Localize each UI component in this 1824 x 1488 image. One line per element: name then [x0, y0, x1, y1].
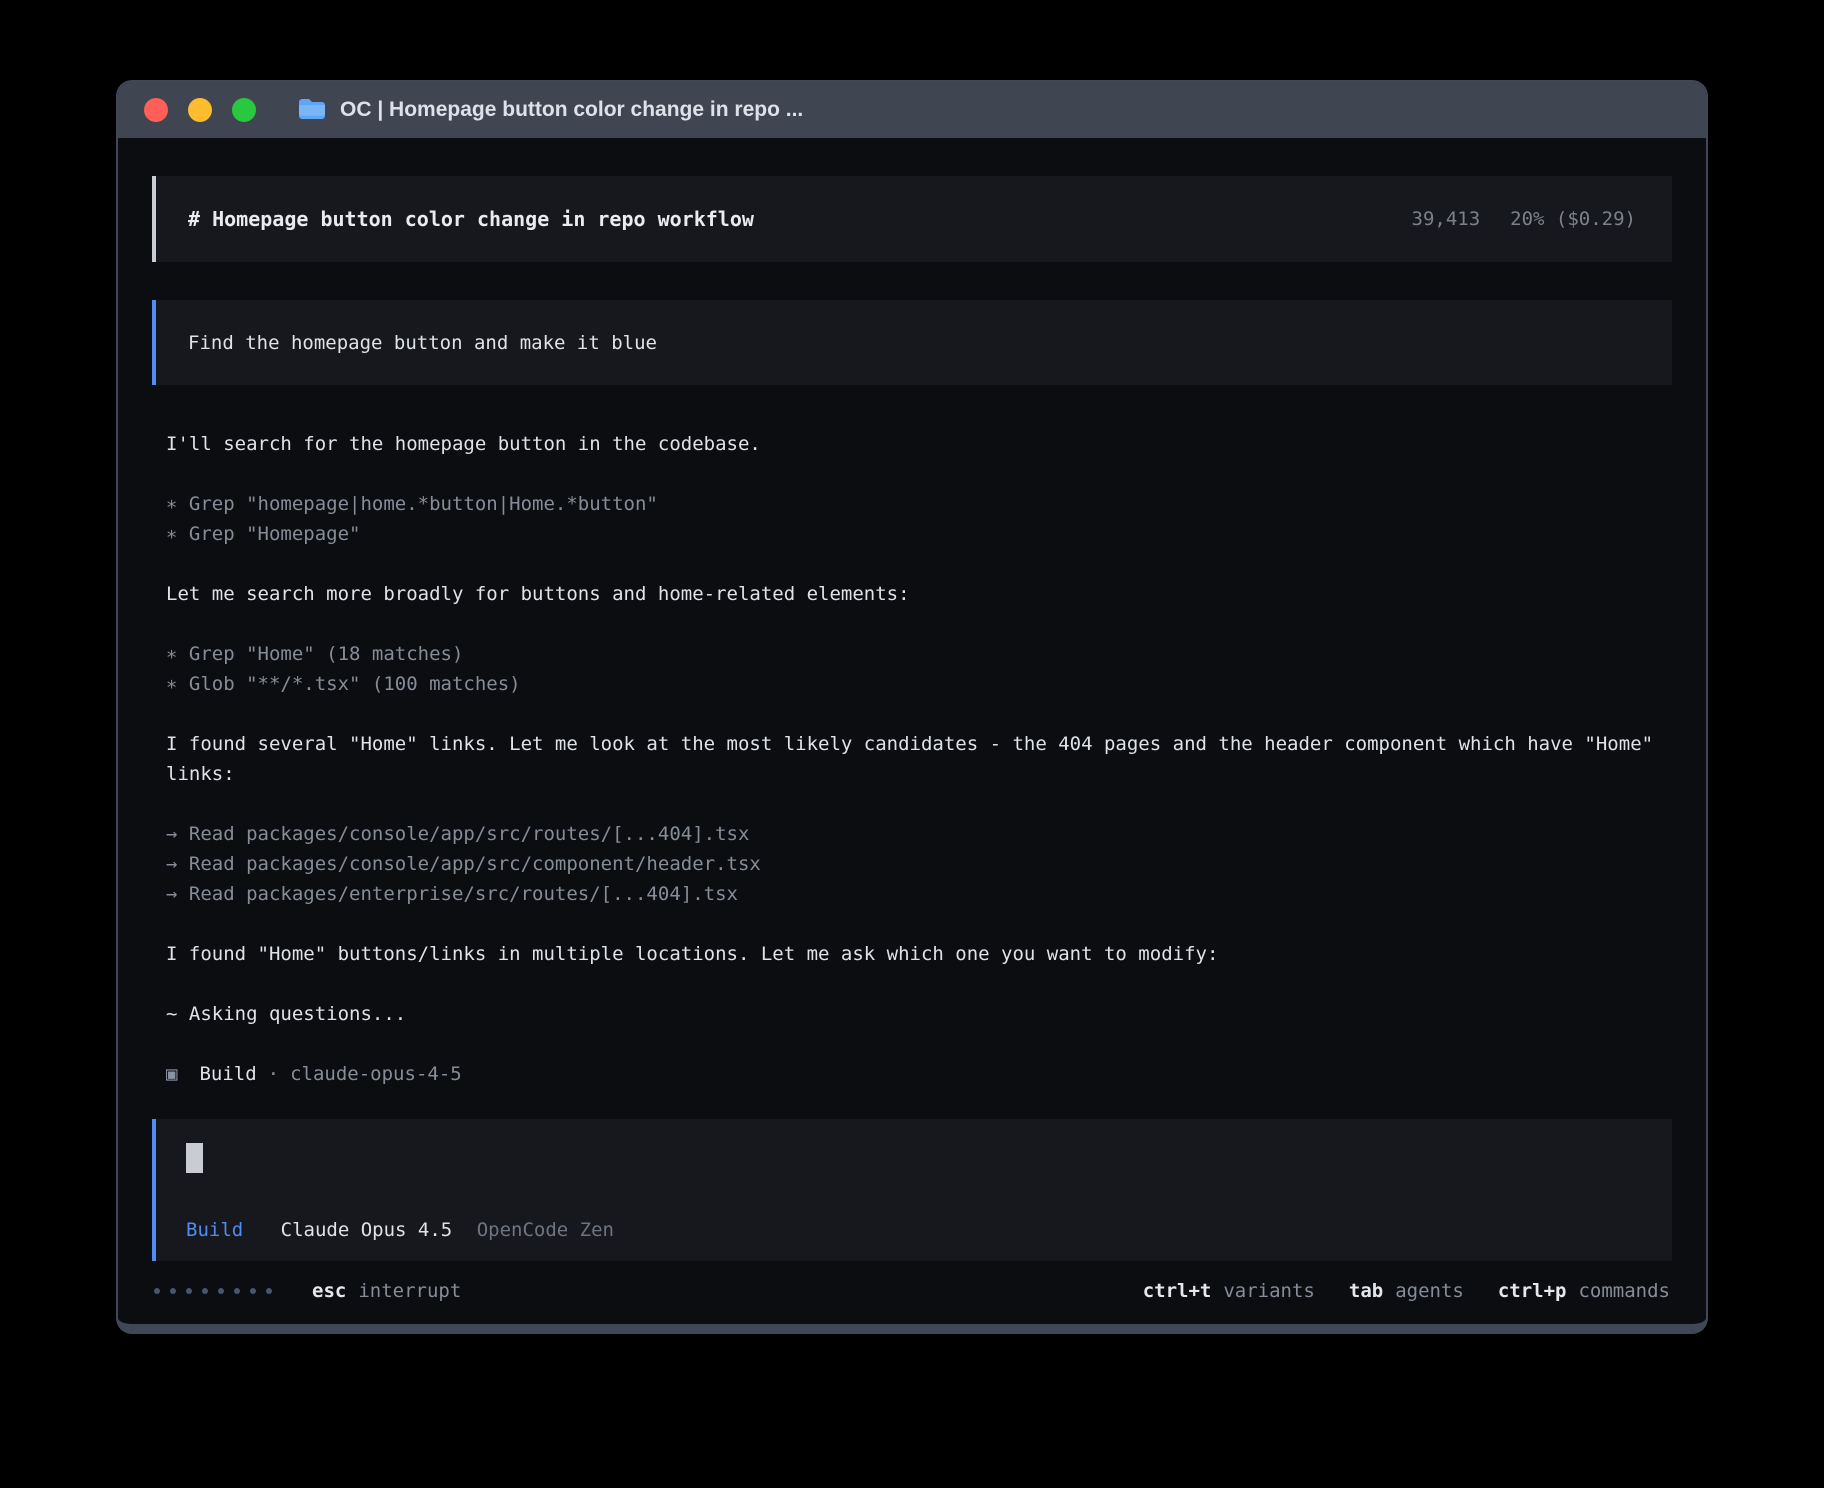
tool-call-group: ∗ Grep "Home" (18 matches) ∗ Glob "**/*.… — [166, 639, 1672, 699]
tool-call-glob: ∗ Glob "**/*.tsx" (100 matches) — [166, 669, 1672, 699]
shortcut-label: variants — [1223, 1280, 1315, 1302]
esc-label: interrupt — [358, 1280, 461, 1302]
shortcut-key: tab — [1349, 1280, 1383, 1302]
traffic-lights — [144, 98, 256, 122]
tool-call-read: → Read packages/console/app/src/componen… — [166, 849, 1672, 879]
shortcut-agents: tab agents — [1349, 1280, 1464, 1302]
tool-call-read: → Read packages/console/app/src/routes/[… — [166, 819, 1672, 849]
tool-call-read: → Read packages/enterprise/src/routes/[.… — [166, 879, 1672, 909]
session-content: # Homepage button color change in repo w… — [118, 138, 1706, 1266]
tool-call-grep: ∗ Grep "Home" (18 matches) — [166, 639, 1672, 669]
shortcut-variants: ctrl+t variants — [1143, 1280, 1315, 1302]
shortcut-key: ctrl+p — [1498, 1280, 1567, 1302]
assistant-paragraph: Let me search more broadly for buttons a… — [166, 579, 1672, 609]
agent-model: claude-opus-4-5 — [290, 1059, 462, 1089]
input-mode-line: Build Claude Opus 4.5 OpenCode Zen — [186, 1219, 1642, 1241]
assistant-paragraph: I'll search for the homepage button in t… — [166, 429, 1672, 459]
close-button[interactable] — [144, 98, 168, 122]
shortcut-key: ctrl+t — [1143, 1280, 1212, 1302]
assistant-paragraph: I found "Home" buttons/links in multiple… — [166, 939, 1672, 969]
assistant-paragraph: I found several "Home" links. Let me loo… — [166, 729, 1672, 789]
minimize-button[interactable] — [188, 98, 212, 122]
mode-badge[interactable]: Build — [186, 1219, 243, 1241]
tool-call-group: ∗ Grep "homepage|home.*button|Home.*butt… — [166, 489, 1672, 549]
assistant-transcript: I'll search for the homepage button in t… — [152, 429, 1672, 1089]
user-message-text: Find the homepage button and make it blu… — [188, 332, 657, 354]
esc-key: esc — [312, 1280, 346, 1302]
interrupt-hint: esc interrupt — [312, 1280, 461, 1302]
status-bar: esc interrupt ctrl+t variants tab agents… — [118, 1266, 1706, 1324]
agent-attribution: ▣ Build · claude-opus-4-5 — [166, 1059, 1672, 1089]
agent-separator: · — [268, 1059, 279, 1089]
folder-icon — [298, 97, 326, 124]
session-title: # Homepage button color change in repo w… — [188, 207, 754, 231]
model-name[interactable]: Claude Opus 4.5 — [281, 1219, 453, 1241]
prompt-input[interactable]: Build Claude Opus 4.5 OpenCode Zen — [152, 1119, 1672, 1261]
agent-name: Build — [199, 1059, 256, 1089]
tool-call-grep: ∗ Grep "homepage|home.*button|Home.*butt… — [166, 489, 1672, 519]
shortcut-commands: ctrl+p commands — [1498, 1280, 1670, 1302]
text-cursor — [186, 1143, 203, 1173]
working-spinner-icon — [154, 1288, 272, 1294]
session-stats: 39,413 20% ($0.29) — [1412, 208, 1636, 230]
window-title: OC | Homepage button color change in rep… — [340, 98, 803, 122]
shortcut-label: agents — [1395, 1280, 1464, 1302]
user-message: Find the homepage button and make it blu… — [152, 300, 1672, 385]
working-status: ~ Asking questions... — [166, 999, 1672, 1029]
terminal-window: OC | Homepage button color change in rep… — [116, 80, 1708, 1334]
shortcut-label: commands — [1578, 1280, 1670, 1302]
token-count: 39,413 — [1412, 208, 1481, 230]
context-usage: 20% ($0.29) — [1510, 208, 1636, 230]
agent-icon: ▣ — [166, 1059, 177, 1089]
provider-name: OpenCode Zen — [477, 1219, 614, 1241]
session-header: # Homepage button color change in repo w… — [152, 176, 1672, 262]
tool-call-grep: ∗ Grep "Homepage" — [166, 519, 1672, 549]
titlebar: OC | Homepage button color change in rep… — [118, 82, 1706, 138]
tool-call-group: → Read packages/console/app/src/routes/[… — [166, 819, 1672, 909]
zoom-button[interactable] — [232, 98, 256, 122]
